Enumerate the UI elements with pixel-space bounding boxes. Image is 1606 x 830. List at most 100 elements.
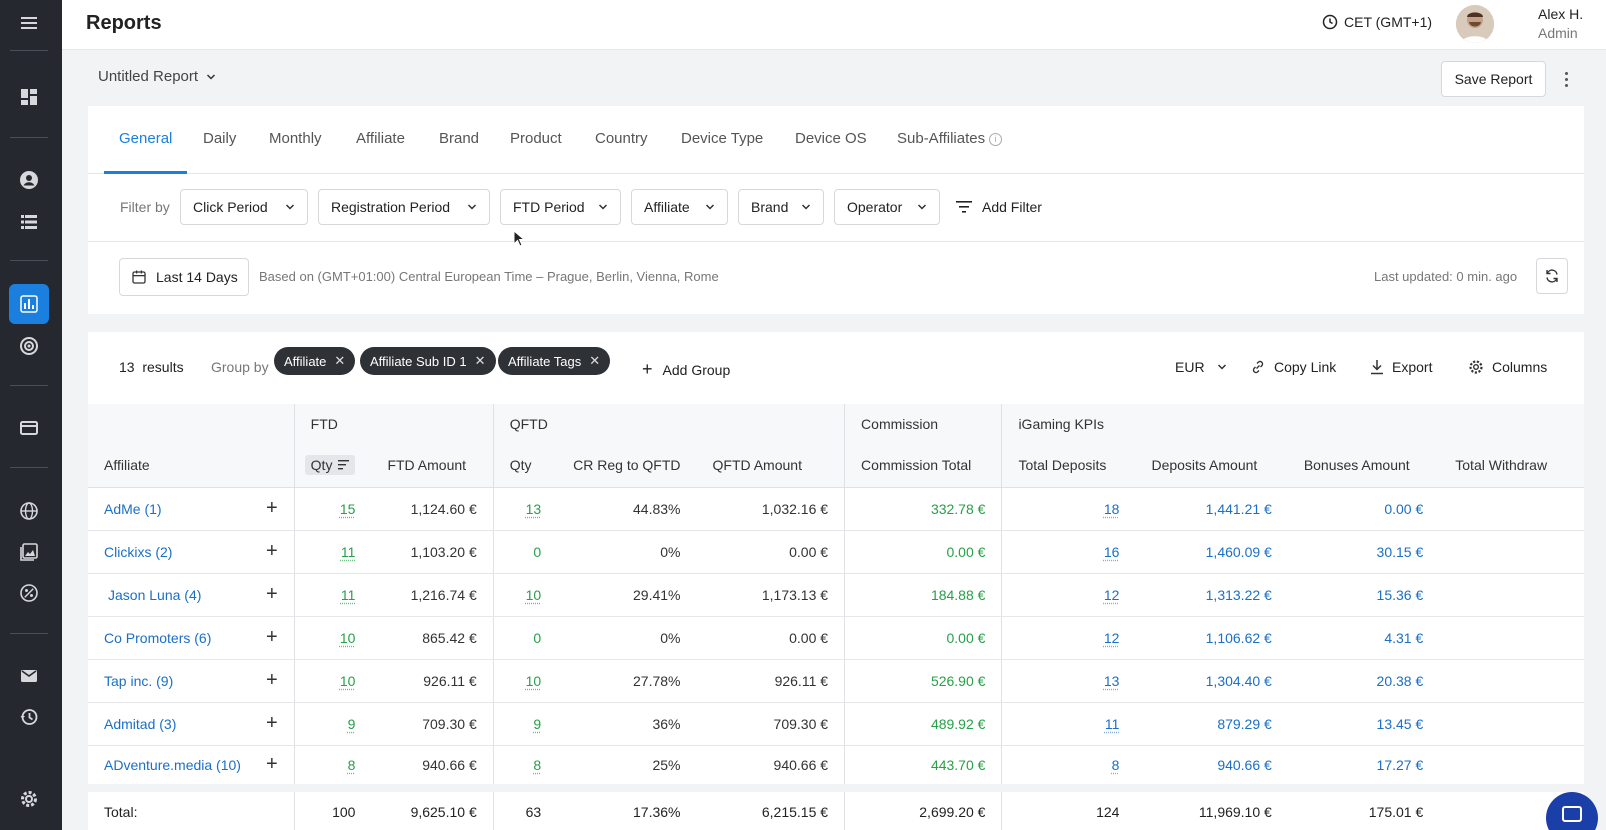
filter-registration-period[interactable]: Registration Period — [318, 189, 490, 225]
image-icon[interactable] — [9, 532, 49, 572]
save-report-button[interactable]: Save Report — [1441, 61, 1546, 97]
report-name-dropdown[interactable]: Untitled Report — [98, 68, 216, 85]
column-header-total-withdraw[interactable]: Total Withdraw — [1439, 444, 1584, 487]
affiliate-cell: Co Promoters (6) + — [88, 616, 294, 659]
column-header-commission-total[interactable]: Commission Total — [845, 444, 1002, 487]
qftd-qty-link[interactable]: 10 — [526, 587, 542, 603]
ftd-qty-link[interactable]: 10 — [340, 673, 356, 689]
deposits-link[interactable]: 18 — [1104, 501, 1120, 517]
deposits-link[interactable]: 16 — [1104, 544, 1120, 560]
affiliate-link[interactable]: Tap inc. (9) — [104, 673, 173, 689]
tab-sub-affiliates[interactable]: Sub-Affiliates i — [897, 130, 1002, 147]
column-header-qftd-qty[interactable]: Qty — [493, 444, 557, 487]
ftd-qty-link[interactable]: 15 — [340, 501, 356, 517]
close-icon[interactable]: ✕ — [589, 353, 600, 369]
globe-icon[interactable] — [9, 491, 49, 531]
affiliate-link[interactable]: ADventure.media (10) — [104, 757, 241, 773]
ftd-qty-link[interactable]: 9 — [348, 716, 356, 732]
tab-daily[interactable]: Daily — [203, 130, 236, 147]
chevron-down-icon — [467, 202, 477, 212]
gear-icon[interactable] — [9, 779, 49, 819]
expand-row-icon[interactable]: + — [266, 540, 278, 563]
tab-brand[interactable]: Brand — [439, 130, 479, 147]
hamburger-icon[interactable] — [9, 3, 49, 43]
expand-row-icon[interactable]: + — [266, 753, 278, 776]
column-header-deposits-amount[interactable]: Deposits Amount — [1135, 444, 1287, 487]
deposits-link[interactable]: 11 — [1105, 716, 1120, 732]
list-icon[interactable] — [9, 202, 49, 242]
chat-support-button[interactable] — [1546, 792, 1598, 830]
affiliate-link[interactable]: Jason Luna (4) — [104, 587, 201, 603]
affiliate-link[interactable]: Admitad (3) — [104, 716, 176, 732]
tab-monthly[interactable]: Monthly — [269, 130, 322, 147]
copy-link-button[interactable]: Copy Link — [1250, 359, 1336, 375]
ftd-qty-link[interactable]: 10 — [340, 630, 356, 646]
more-options-icon[interactable] — [1558, 68, 1574, 90]
filter-ftd-period[interactable]: FTD Period — [500, 189, 621, 225]
ftd-qty-link[interactable]: 11 — [341, 544, 356, 560]
refresh-button[interactable] — [1536, 258, 1568, 294]
tab-general[interactable]: General — [119, 130, 172, 147]
column-header-bonuses-amount[interactable]: Bonuses Amount — [1288, 444, 1439, 487]
tab-device-type[interactable]: Device Type — [681, 130, 763, 147]
expand-row-icon[interactable]: + — [266, 669, 278, 692]
deposits-link[interactable]: 8 — [1112, 757, 1120, 773]
expand-row-icon[interactable]: + — [266, 626, 278, 649]
qftd-qty-link[interactable]: 10 — [526, 673, 542, 689]
filter-brand[interactable]: Brand — [738, 189, 824, 225]
avatar[interactable] — [1456, 5, 1494, 43]
tab-affiliate[interactable]: Affiliate — [356, 130, 405, 147]
deposits-link[interactable]: 12 — [1104, 587, 1120, 603]
mail-icon[interactable] — [9, 656, 49, 696]
filter-operator[interactable]: Operator — [834, 189, 940, 225]
tab-country[interactable]: Country — [595, 130, 648, 147]
close-icon[interactable]: ✕ — [334, 353, 345, 369]
expand-row-icon[interactable]: + — [266, 712, 278, 735]
column-header-ftd-amount[interactable]: FTD Amount — [371, 444, 493, 487]
column-header-total-deposits[interactable]: Total Deposits — [1002, 444, 1136, 487]
credit-card-icon[interactable] — [9, 408, 49, 448]
tab-device-os[interactable]: Device OS — [795, 130, 867, 147]
user-name[interactable]: Alex H. — [1538, 6, 1583, 22]
affiliate-link[interactable]: AdMe (1) — [104, 501, 162, 517]
qftd-qty-value: 0 — [533, 630, 541, 646]
filter-affiliate[interactable]: Affiliate — [631, 189, 728, 225]
qftd-qty-link[interactable]: 13 — [526, 501, 542, 517]
affiliate-link[interactable]: Co Promoters (6) — [104, 630, 211, 646]
bar-chart-icon[interactable] — [9, 284, 49, 324]
group-chip-affiliate-sub-id[interactable]: Affiliate Sub ID 1 ✕ — [360, 347, 496, 375]
column-header-ftd-qty[interactable]: Qty — [294, 444, 371, 487]
deposits-link[interactable]: 12 — [1104, 630, 1120, 646]
ftd-qty-link[interactable]: 8 — [348, 757, 356, 773]
history-icon[interactable] — [9, 697, 49, 737]
chevron-down-icon — [705, 202, 715, 212]
top-bar: Reports CET (GMT+1) Alex H. Admin — [62, 0, 1606, 50]
column-header-cr[interactable]: CR Reg to QFTD — [557, 444, 696, 487]
filter-lines-icon — [956, 200, 972, 214]
qftd-qty-link[interactable]: 8 — [533, 757, 541, 773]
add-group-button[interactable]: + Add Group — [642, 359, 730, 380]
group-chip-affiliate[interactable]: Affiliate ✕ — [274, 347, 355, 375]
columns-button[interactable]: Columns — [1468, 359, 1547, 375]
column-header-qftd-amount[interactable]: QFTD Amount — [697, 444, 845, 487]
ftd-qty-link[interactable]: 11 — [341, 587, 356, 603]
target-icon[interactable] — [9, 326, 49, 366]
tab-product[interactable]: Product — [510, 130, 562, 147]
expand-row-icon[interactable]: + — [266, 497, 278, 520]
group-chip-affiliate-tags[interactable]: Affiliate Tags ✕ — [498, 347, 610, 375]
filter-click-period[interactable]: Click Period — [180, 189, 308, 225]
date-range-button[interactable]: Last 14 Days — [119, 258, 249, 296]
close-icon[interactable]: ✕ — [475, 353, 486, 369]
percent-icon[interactable] — [9, 573, 49, 613]
column-header-affiliate[interactable]: Affiliate — [88, 444, 294, 487]
affiliate-link[interactable]: Clickixs (2) — [104, 544, 172, 560]
expand-row-icon[interactable]: + — [266, 583, 278, 606]
user-icon[interactable] — [9, 160, 49, 200]
timezone-selector[interactable]: CET (GMT+1) — [1322, 14, 1432, 30]
export-button[interactable]: Export — [1370, 359, 1432, 375]
currency-dropdown[interactable]: EUR — [1175, 359, 1227, 375]
qftd-qty-link[interactable]: 9 — [533, 716, 541, 732]
dashboard-icon[interactable] — [9, 77, 49, 117]
deposits-link[interactable]: 13 — [1104, 673, 1120, 689]
add-filter-button[interactable]: Add Filter — [956, 199, 1042, 215]
